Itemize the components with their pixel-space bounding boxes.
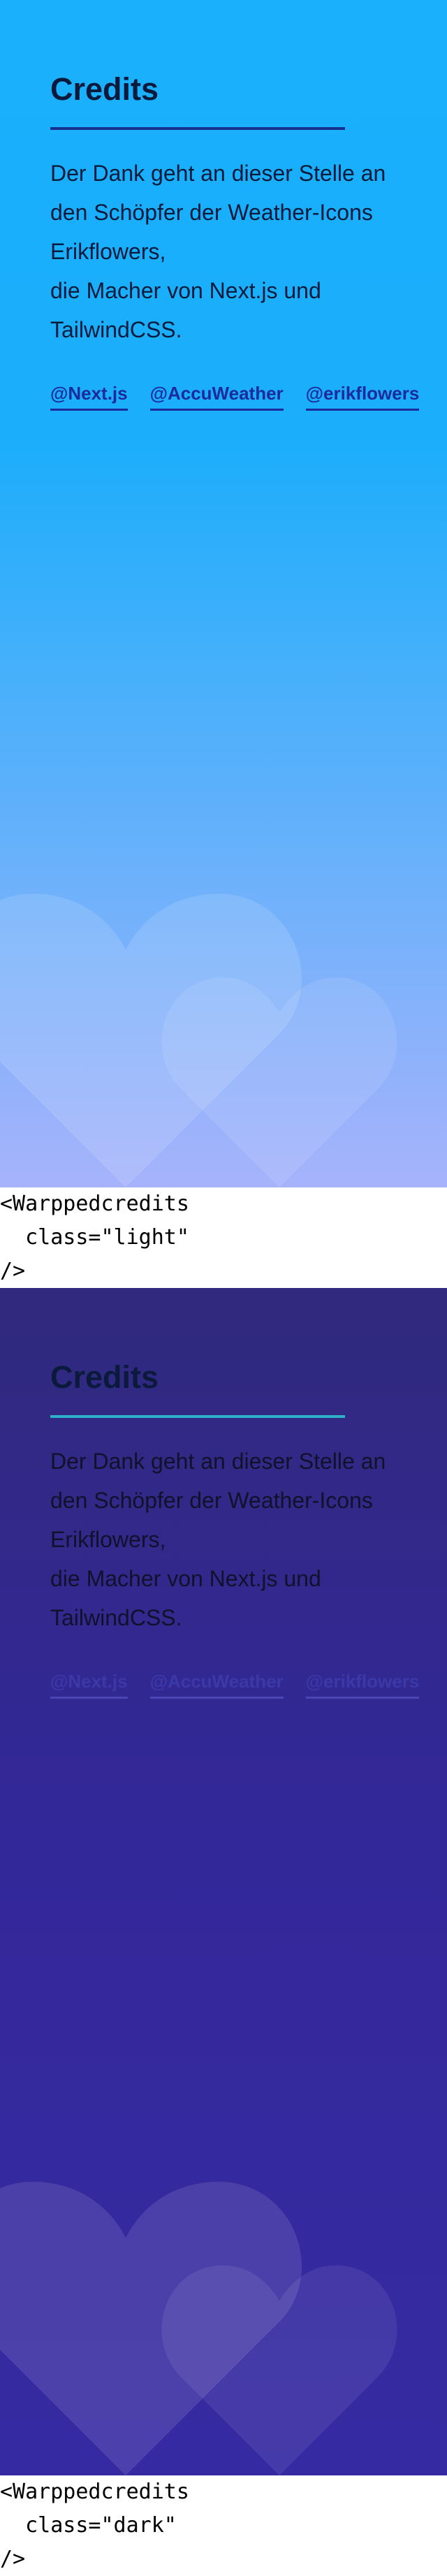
title-underline	[50, 1415, 345, 1418]
link-nextjs[interactable]: @Next.js	[50, 1671, 128, 1699]
credits-links: @Next.js @AccuWeather @erikflowers	[50, 383, 420, 411]
link-erikflowers[interactable]: @erikflowers	[305, 1671, 420, 1699]
code-snippet-light: <Warppedcredits class="light" />	[0, 1187, 447, 1288]
credits-title: Credits	[50, 71, 159, 107]
credits-text-line: Der Dank geht an dieser Stelle an	[50, 161, 386, 186]
credits-text-line: Der Dank geht an dieser Stelle an	[50, 1449, 386, 1474]
credits-text-line: den Schöpfer der Weather-Icons	[50, 1488, 373, 1513]
link-accuweather[interactable]: @AccuWeather	[149, 383, 284, 411]
credits-text-line: die Macher von Next.js und	[50, 1566, 321, 1591]
credits-panel-dark: Credits Der Dank geht an dieser Stelle a…	[0, 1288, 447, 2475]
hearts-decoration	[0, 893, 397, 1187]
credits-title: Credits	[50, 1359, 159, 1395]
credits-content: Credits Der Dank geht an dieser Stelle a…	[50, 67, 420, 411]
credits-text-line: Erikflowers,	[50, 239, 166, 264]
credits-panel-light: Credits Der Dank geht an dieser Stelle a…	[0, 0, 447, 1187]
credits-text-line: Erikflowers,	[50, 1527, 166, 1552]
credits-text-line: TailwindCSS.	[50, 1605, 182, 1630]
link-accuweather[interactable]: @AccuWeather	[149, 1671, 284, 1699]
title-underline	[50, 127, 345, 130]
credits-content: Credits Der Dank geht an dieser Stelle a…	[50, 1355, 420, 1699]
link-erikflowers[interactable]: @erikflowers	[305, 383, 420, 411]
link-nextjs[interactable]: @Next.js	[50, 383, 128, 411]
hearts-decoration	[0, 2181, 397, 2475]
credits-text: Der Dank geht an dieser Stelle an den Sc…	[50, 154, 413, 349]
credits-text: Der Dank geht an dieser Stelle an den Sc…	[50, 1442, 413, 1637]
credits-text-line: TailwindCSS.	[50, 317, 182, 342]
credits-text-line: den Schöpfer der Weather-Icons	[50, 200, 373, 225]
credits-text-line: die Macher von Next.js und	[50, 278, 321, 303]
code-snippet-dark: <Warppedcredits class="dark" />	[0, 2475, 447, 2576]
credits-links: @Next.js @AccuWeather @erikflowers	[50, 1671, 420, 1699]
